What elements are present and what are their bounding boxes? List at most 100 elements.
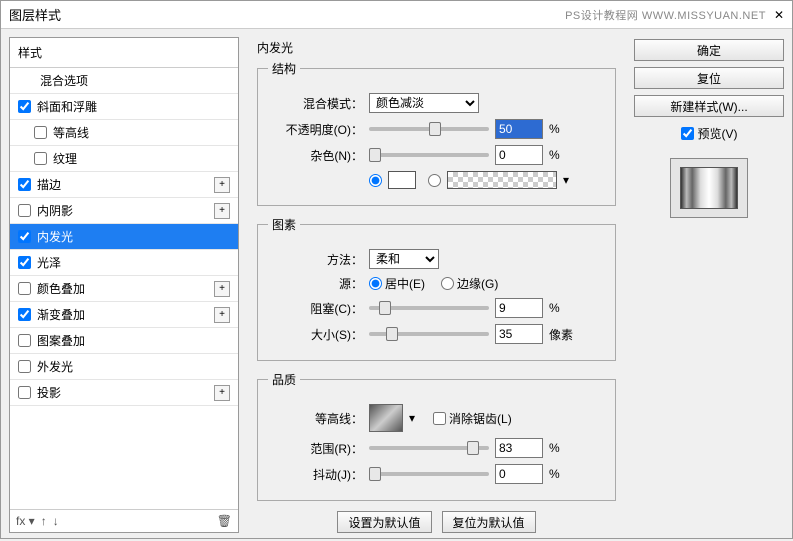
contour-picker[interactable]	[369, 404, 403, 432]
close-icon[interactable]: ✕	[774, 8, 784, 22]
jitter-unit: %	[549, 467, 577, 481]
source-center-radio[interactable]: 居中(E)	[369, 275, 425, 292]
layer-style-dialog: 图层样式 PS设计教程网 WWW.MISSYUAN.NET ✕ 样式 混合选项斜…	[0, 0, 793, 539]
choke-slider[interactable]	[369, 306, 489, 310]
style-label: 图案叠加	[37, 332, 230, 349]
style-item-4[interactable]: 描边+	[10, 172, 238, 198]
style-item-12[interactable]: 投影+	[10, 380, 238, 406]
style-check[interactable]	[18, 100, 31, 113]
dialog-body: 样式 混合选项斜面和浮雕等高线纹理描边+内阴影+内发光光泽颜色叠加+渐变叠加+图…	[1, 29, 792, 541]
legend-elements: 图素	[268, 216, 300, 233]
style-item-1[interactable]: 斜面和浮雕	[10, 94, 238, 120]
style-item-2[interactable]: 等高线	[10, 120, 238, 146]
style-label: 颜色叠加	[37, 280, 214, 297]
noise-input[interactable]	[495, 145, 543, 165]
group-structure: 结构 混合模式： 颜色减淡 不透明度(O)： % 杂色(N)： %	[257, 60, 616, 206]
style-label: 等高线	[53, 124, 230, 141]
style-check[interactable]	[18, 256, 31, 269]
method-select[interactable]: 柔和	[369, 249, 439, 269]
opacity-label: 不透明度(O)：	[268, 121, 363, 138]
range-input[interactable]	[495, 438, 543, 458]
styles-footer: fx ▾ ↑ ↓ 🗑	[10, 509, 238, 532]
reset-button[interactable]: 复位	[634, 67, 784, 89]
noise-label: 杂色(N)：	[268, 147, 363, 164]
set-default-button[interactable]: 设置为默认值	[337, 511, 431, 533]
color-radio[interactable]	[369, 174, 382, 187]
color-swatch[interactable]	[388, 171, 416, 189]
jitter-input[interactable]	[495, 464, 543, 484]
jitter-slider[interactable]	[369, 472, 489, 476]
noise-unit: %	[549, 148, 577, 162]
gradient-swatch[interactable]	[447, 171, 557, 189]
style-item-3[interactable]: 纹理	[10, 146, 238, 172]
new-style-button[interactable]: 新建样式(W)...	[634, 95, 784, 117]
plus-icon[interactable]: +	[214, 203, 230, 219]
noise-slider[interactable]	[369, 153, 489, 157]
style-check[interactable]	[18, 178, 31, 191]
style-item-6[interactable]: 内发光	[10, 224, 238, 250]
trash-icon[interactable]: 🗑	[217, 514, 232, 528]
ok-button[interactable]: 确定	[634, 39, 784, 61]
style-label: 内阴影	[37, 202, 214, 219]
opacity-unit: %	[549, 122, 577, 136]
move-up-icon[interactable]: ↑	[41, 514, 47, 528]
style-check[interactable]	[18, 204, 31, 217]
style-item-11[interactable]: 外发光	[10, 354, 238, 380]
choke-input[interactable]	[495, 298, 543, 318]
plus-icon[interactable]: +	[214, 385, 230, 401]
style-check[interactable]	[18, 230, 31, 243]
blend-mode-label: 混合模式：	[268, 95, 363, 112]
style-label: 渐变叠加	[37, 306, 214, 323]
choke-unit: %	[549, 301, 577, 315]
opacity-input[interactable]	[495, 119, 543, 139]
gradient-radio[interactable]	[428, 174, 441, 187]
style-check[interactable]	[18, 334, 31, 347]
fx-icon[interactable]: fx ▾	[16, 514, 35, 528]
jitter-label: 抖动(J)：	[268, 466, 363, 483]
gradient-dropdown-icon[interactable]: ▾	[563, 173, 569, 187]
size-unit: 像素	[549, 326, 577, 343]
contour-dropdown-icon[interactable]: ▾	[409, 411, 415, 425]
style-check[interactable]	[18, 308, 31, 321]
style-check[interactable]	[34, 152, 47, 165]
style-item-5[interactable]: 内阴影+	[10, 198, 238, 224]
legend-quality: 品质	[268, 371, 300, 388]
styles-header: 样式	[10, 38, 238, 68]
group-elements: 图素 方法： 柔和 源： 居中(E) 边缘(G) 阻塞(C)： % 大	[257, 216, 616, 361]
style-check[interactable]	[18, 360, 31, 373]
preview-thumbnail	[670, 158, 748, 218]
opacity-slider[interactable]	[369, 127, 489, 131]
size-slider[interactable]	[369, 332, 489, 336]
dialog-title: 图层样式	[9, 5, 565, 24]
blend-mode-select[interactable]: 颜色减淡	[369, 93, 479, 113]
contour-label: 等高线：	[268, 410, 363, 427]
style-label: 内发光	[37, 228, 230, 245]
titlebar: 图层样式 PS设计教程网 WWW.MISSYUAN.NET ✕	[1, 1, 792, 29]
range-label: 范围(R)：	[268, 440, 363, 457]
style-check[interactable]	[34, 126, 47, 139]
size-input[interactable]	[495, 324, 543, 344]
style-check[interactable]	[18, 386, 31, 399]
choke-label: 阻塞(C)：	[268, 300, 363, 317]
style-check[interactable]	[18, 282, 31, 295]
range-unit: %	[549, 441, 577, 455]
style-item-8[interactable]: 颜色叠加+	[10, 276, 238, 302]
style-item-0[interactable]: 混合选项	[10, 68, 238, 94]
range-slider[interactable]	[369, 446, 489, 450]
antialias-checkbox[interactable]: 消除锯齿(L)	[433, 410, 512, 427]
watermark: PS设计教程网 WWW.MISSYUAN.NET	[565, 7, 766, 23]
preview-checkbox[interactable]: 预览(V)	[634, 125, 784, 142]
style-label: 描边	[37, 176, 214, 193]
panel-title: 内发光	[257, 39, 622, 56]
group-quality: 品质 等高线： ▾ 消除锯齿(L) 范围(R)： % 抖动(J)：	[257, 371, 616, 501]
plus-icon[interactable]: +	[214, 281, 230, 297]
style-label: 混合选项	[40, 72, 230, 89]
source-edge-radio[interactable]: 边缘(G)	[441, 275, 498, 292]
reset-default-button[interactable]: 复位为默认值	[442, 511, 536, 533]
plus-icon[interactable]: +	[214, 177, 230, 193]
style-item-10[interactable]: 图案叠加	[10, 328, 238, 354]
style-item-9[interactable]: 渐变叠加+	[10, 302, 238, 328]
style-item-7[interactable]: 光泽	[10, 250, 238, 276]
plus-icon[interactable]: +	[214, 307, 230, 323]
move-down-icon[interactable]: ↓	[53, 514, 59, 528]
